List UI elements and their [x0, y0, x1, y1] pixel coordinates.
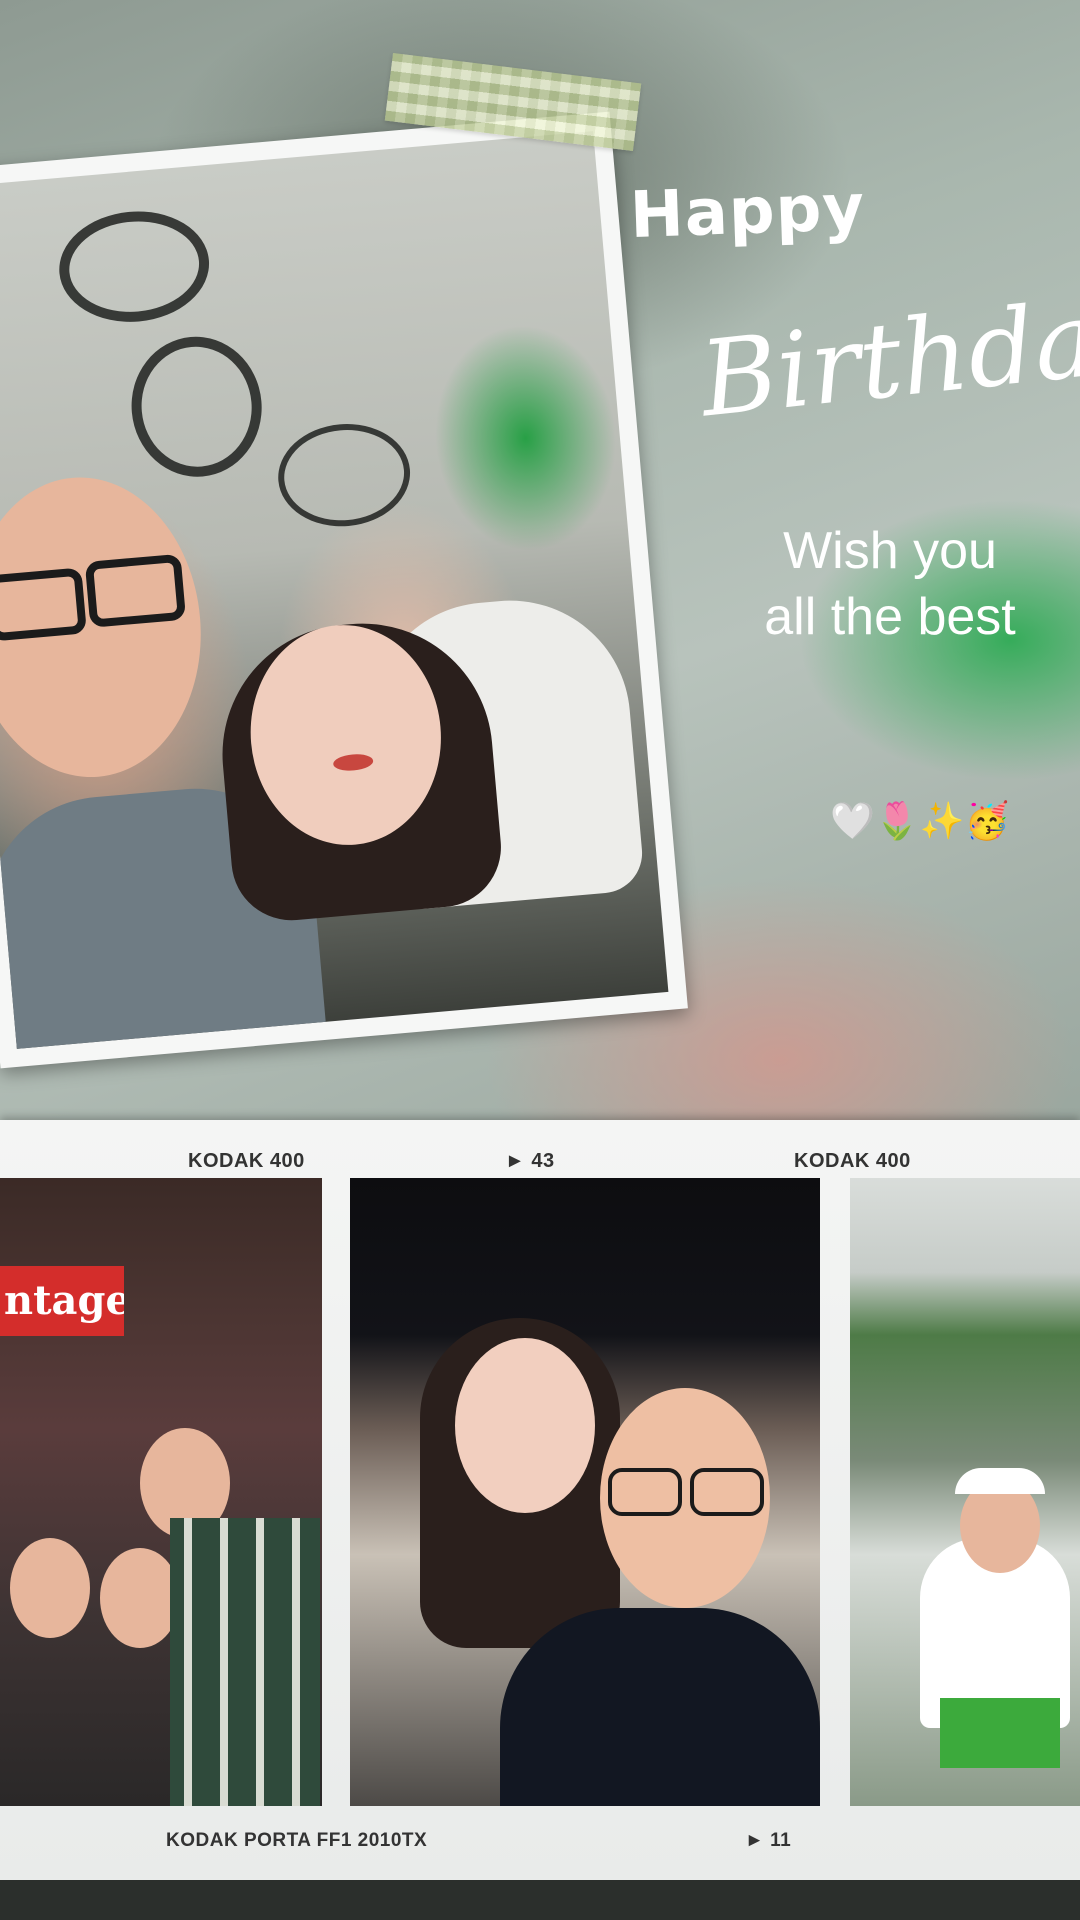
face [10, 1538, 90, 1638]
glasses-left [0, 567, 87, 642]
face [100, 1548, 180, 1648]
wall-doodle [273, 418, 415, 532]
greeting-happy: Happy [628, 170, 867, 254]
film-photo-2[interactable] [350, 1178, 820, 1806]
film-label-left: KODAK 400 [188, 1150, 305, 1172]
story-background: Happy Birthday Wish you all the best 🤍🌷✨… [0, 0, 1080, 1120]
film-photo-1[interactable]: ntage [0, 1178, 322, 1806]
glasses-right [690, 1468, 764, 1516]
selfie-photo [0, 131, 669, 1049]
vintage-sign: ntage [0, 1266, 124, 1336]
man-shirt [500, 1608, 820, 1806]
film-label-right: KODAK 400 [794, 1150, 911, 1172]
film-frame-number: ► 43 [505, 1150, 555, 1172]
runner-cap [955, 1468, 1045, 1494]
film-frame-number-bottom: ► 11 [745, 1830, 792, 1851]
runner-shirt-green [940, 1698, 1060, 1768]
glasses-right [84, 553, 187, 628]
wish-line-2: all the best [764, 588, 1016, 646]
glasses-left [608, 1468, 682, 1516]
bottom-edge [0, 1880, 1080, 1920]
woman-face [455, 1338, 595, 1513]
film-strip: KODAK 400 ► 43 KODAK 400 ntage KODAK POR… [0, 1120, 1080, 1880]
greeting-birthday: Birthday [694, 271, 1080, 441]
emoji-sticker: 🤍🌷✨🥳 [830, 801, 1010, 842]
wish-line-1: Wish you [783, 522, 997, 580]
plaid-shirt [170, 1518, 320, 1806]
wall-doodle [54, 205, 214, 328]
film-photo-3[interactable] [850, 1178, 1080, 1806]
film-stock-label: KODAK PORTA FF1 2010TX [166, 1830, 428, 1851]
wall-doodle [125, 331, 268, 483]
wish-text: Wish you all the best [720, 518, 1060, 650]
polaroid-photo-card[interactable] [0, 111, 688, 1069]
